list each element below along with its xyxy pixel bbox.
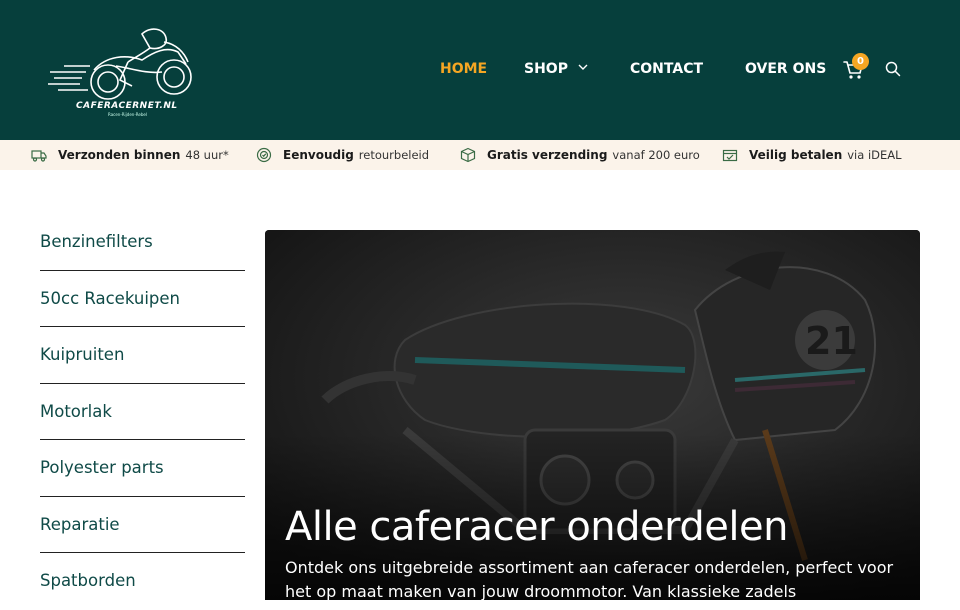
usp-light-text: retourbeleid <box>358 148 430 162</box>
usp-item: Veilig betalen via iDEAL <box>722 140 902 170</box>
usp-light-text: 48 uur* <box>185 148 229 162</box>
hero-banner[interactable]: 21 Alle caferacer onderdelen Ontdek ons … <box>265 230 920 600</box>
sidebar-item-polyester-parts[interactable]: Polyester parts <box>40 440 245 497</box>
usp-bar: Verzonden binnen 48 uur* Eenvoudig retou… <box>0 140 960 170</box>
site-header: CAFERACERNET.NL Racen-Rijden-Rebel HOME … <box>0 0 960 140</box>
chevron-down-icon[interactable] <box>577 60 589 74</box>
usp-strong-text: Verzonden binnen <box>58 148 181 162</box>
nav-contact[interactable]: CONTACT <box>630 61 703 77</box>
nav-home[interactable]: HOME <box>440 61 487 77</box>
hero-title: Alle caferacer onderdelen <box>285 504 788 550</box>
sidebar-item-benzinefilters[interactable]: Benzinefilters <box>40 214 245 271</box>
search-icon[interactable] <box>885 61 901 77</box>
logo-tagline: Racen-Rijden-Rebel <box>108 112 147 117</box>
nav-over-ons[interactable]: OVER ONS <box>745 61 826 77</box>
secure-payment-icon <box>722 149 738 162</box>
delivery-truck-icon <box>31 150 47 162</box>
sidebar-item-kuipruiten[interactable]: Kuipruiten <box>40 327 245 384</box>
usp-strong-text: Eenvoudig <box>283 148 354 162</box>
usp-item: Gratis verzending vanaf 200 euro <box>460 140 700 170</box>
sidebar-item-reparatie[interactable]: Reparatie <box>40 497 245 553</box>
usp-strong-text: Gratis verzending <box>487 148 608 162</box>
usp-light-text: vanaf 200 euro <box>612 148 700 162</box>
usp-strong-text: Veilig betalen <box>749 148 843 162</box>
category-sidebar: Benzinefilters 50cc Racekuipen Kuipruite… <box>40 214 245 610</box>
sidebar-item-50cc-racekuipen[interactable]: 50cc Racekuipen <box>40 271 245 327</box>
nav-shop[interactable]: SHOP <box>524 61 568 77</box>
cart-count-badge: 0 <box>852 53 869 70</box>
usp-item: Eenvoudig retourbeleid <box>256 140 429 170</box>
logo-wordmark: CAFERACERNET.NL <box>76 101 178 111</box>
package-box-icon <box>460 147 476 163</box>
sidebar-item-spatborden[interactable]: Spatborden <box>40 553 245 610</box>
return-badge-icon <box>256 147 272 163</box>
usp-light-text: via iDEAL <box>847 148 902 162</box>
sidebar-item-motorlak[interactable]: Motorlak <box>40 384 245 440</box>
hero-description: Ontdek ons uitgebreide assortiment aan c… <box>285 558 894 600</box>
usp-item: Verzonden binnen 48 uur* <box>31 140 229 170</box>
